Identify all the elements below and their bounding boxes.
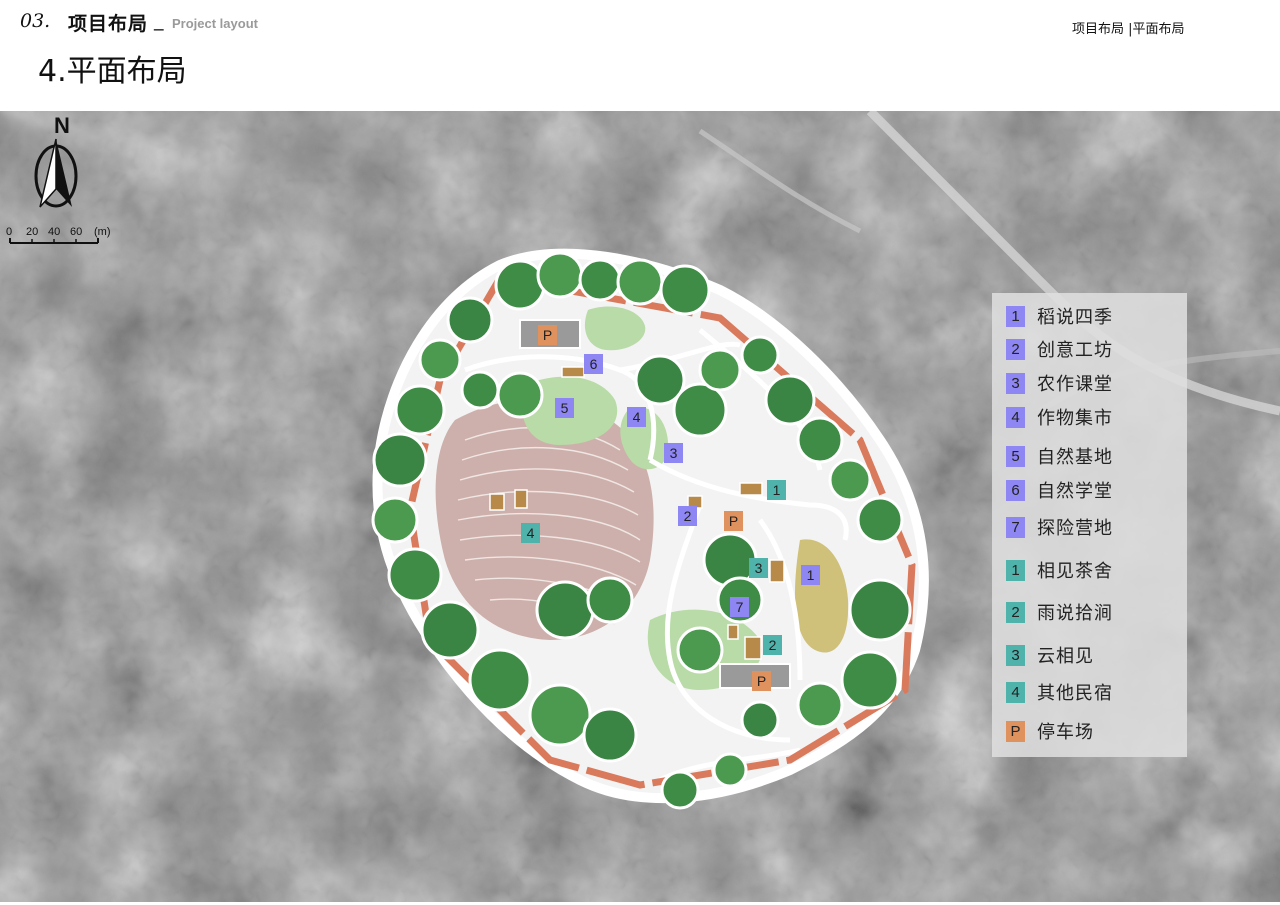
legend-badge: 4 bbox=[1006, 681, 1025, 703]
legend-badge: 3 bbox=[1006, 644, 1025, 666]
legend-label: 停车场 bbox=[1037, 722, 1094, 743]
legend-badge: 2 bbox=[1006, 601, 1025, 623]
legend-badge: 1 bbox=[1006, 559, 1025, 581]
map-marker-parking: P bbox=[724, 511, 743, 531]
legend-item: 4 其他民宿 bbox=[1006, 681, 1113, 704]
map-marker-teal-3: 3 bbox=[749, 558, 768, 578]
compass-and-scale: N 0 20 40 60 (m) bbox=[6, 113, 111, 244]
map-marker-purple-5: 5 bbox=[555, 398, 574, 418]
section-title-en: Project layout bbox=[172, 16, 258, 31]
legend-badge: 4 bbox=[1006, 406, 1025, 428]
legend-label: 探险营地 bbox=[1037, 518, 1113, 539]
page-header: 03. 项目布局 _ Project layout 项目布局 |平面布局 4.平… bbox=[0, 0, 1280, 111]
legend-label: 其他民宿 bbox=[1037, 683, 1113, 704]
legend-item: 4 作物集市 bbox=[1006, 406, 1113, 429]
legend-badge: 3 bbox=[1006, 372, 1025, 394]
scale-tick-20: 20 bbox=[26, 226, 38, 238]
legend-badge: 5 bbox=[1006, 445, 1025, 467]
section-separator: _ bbox=[154, 9, 164, 31]
scale-tick-60: 60 bbox=[70, 226, 82, 238]
breadcrumb: 项目布局 |平面布局 bbox=[1072, 22, 1185, 37]
legend-item: 7 探险营地 bbox=[1006, 516, 1113, 539]
map-marker-purple-3: 3 bbox=[664, 443, 683, 463]
map-marker-teal-1: 1 bbox=[767, 480, 786, 500]
legend-item: 1 稻说四季 bbox=[1006, 305, 1113, 328]
scale-unit: (m) bbox=[94, 226, 111, 238]
section-title: 项目布局 bbox=[68, 13, 149, 35]
legend-item: 1 相见茶舍 bbox=[1006, 559, 1113, 582]
map-marker-purple-7: 7 bbox=[730, 597, 749, 617]
legend-item: 2 创意工坊 bbox=[1006, 338, 1113, 361]
scale-tick-40: 40 bbox=[48, 226, 60, 238]
map-marker-purple-1: 1 bbox=[801, 565, 820, 585]
map-marker-teal-4: 4 bbox=[521, 523, 540, 543]
map-marker-purple-2: 2 bbox=[678, 506, 697, 526]
scale-bar: 0 20 40 60 (m) bbox=[6, 226, 111, 244]
map-marker-parking: P bbox=[538, 325, 557, 345]
legend-badge: 7 bbox=[1006, 516, 1025, 538]
section-number: 03. bbox=[20, 10, 51, 32]
map-marker-parking: P bbox=[752, 671, 771, 691]
legend-item: 2 雨说拾涧 bbox=[1006, 601, 1113, 624]
legend-badge: P bbox=[1006, 720, 1025, 742]
scale-tick-0: 0 bbox=[6, 226, 12, 238]
legend-label: 云相见 bbox=[1037, 646, 1094, 667]
legend-item: 3 云相见 bbox=[1006, 644, 1094, 667]
legend-label: 稻说四季 bbox=[1037, 307, 1113, 328]
map-marker-purple-4: 4 bbox=[627, 407, 646, 427]
page-title: 4.平面布局 bbox=[38, 54, 187, 89]
legend-item: 6 自然学堂 bbox=[1006, 479, 1113, 502]
legend-badge: 6 bbox=[1006, 479, 1025, 501]
north-label: N bbox=[54, 113, 70, 138]
legend-item: 3 农作课堂 bbox=[1006, 372, 1113, 395]
legend-label: 自然学堂 bbox=[1037, 481, 1113, 502]
north-arrow-icon bbox=[34, 138, 78, 208]
legend-label: 自然基地 bbox=[1037, 447, 1113, 468]
legend-panel: 1 稻说四季 2 创意工坊 3 农作课堂 4 作物集市 5 自然基地 6 自然学堂 7 探险营… bbox=[992, 293, 1187, 757]
map-marker-teal-2: 2 bbox=[763, 635, 782, 655]
legend-badge: 1 bbox=[1006, 305, 1025, 327]
legend-item: 5 自然基地 bbox=[1006, 445, 1113, 468]
legend-item: P 停车场 bbox=[1006, 720, 1094, 743]
legend-label: 创意工坊 bbox=[1037, 340, 1113, 361]
legend-label: 相见茶舍 bbox=[1037, 561, 1113, 582]
legend-badge: 2 bbox=[1006, 338, 1025, 360]
legend-label: 雨说拾涧 bbox=[1037, 603, 1113, 624]
legend-label: 作物集市 bbox=[1037, 408, 1113, 429]
legend-label: 农作课堂 bbox=[1037, 374, 1113, 395]
map-marker-purple-6: 6 bbox=[584, 354, 603, 374]
